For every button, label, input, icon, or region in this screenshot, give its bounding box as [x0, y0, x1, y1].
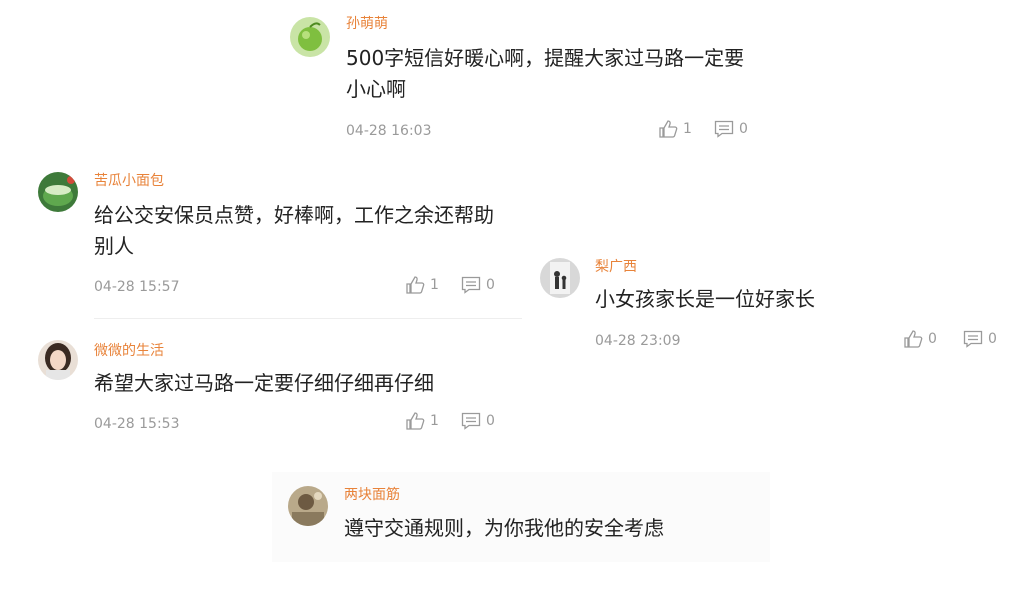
avatar[interactable]	[288, 486, 328, 526]
reply-button[interactable]: 0	[714, 120, 748, 138]
avatar[interactable]	[38, 172, 78, 212]
username[interactable]: 微微的生活	[94, 342, 164, 360]
thumbs-up-icon	[406, 412, 425, 430]
like-count: 1	[683, 121, 692, 137]
divider	[94, 318, 522, 319]
like-button[interactable]: 0	[903, 330, 937, 348]
like-count: 1	[430, 277, 439, 293]
avatar-green-ball-icon	[290, 17, 330, 57]
comment-icon	[714, 120, 734, 138]
like-count: 0	[928, 331, 937, 347]
comment-text: 遵守交通规则，为你我他的安全考虑	[344, 516, 664, 540]
username[interactable]: 孙萌萌	[346, 15, 388, 33]
timestamp: 04-28 15:57	[94, 279, 180, 295]
comment-card: 微微的生活 希望大家过马路一定要仔细仔细再仔细 04-28 15:53 1 0	[28, 330, 523, 445]
reply-count: 0	[486, 413, 495, 429]
reply-count: 0	[988, 331, 997, 347]
thumbs-up-icon	[659, 120, 678, 138]
timestamp: 04-28 23:09	[595, 333, 681, 349]
reply-button[interactable]: 0	[963, 330, 997, 348]
like-count: 1	[430, 413, 439, 429]
reply-button[interactable]: 0	[461, 276, 495, 294]
comment-icon	[461, 412, 481, 430]
avatar[interactable]	[290, 17, 330, 57]
comment-card: 两块面筋 遵守交通规则，为你我他的安全考虑	[272, 472, 770, 562]
avatar-photo-icon	[288, 486, 328, 526]
avatar-silhouette-icon	[540, 258, 580, 298]
like-button[interactable]: 1	[405, 412, 439, 430]
comment-text: 小女孩家长是一位好家长	[595, 287, 815, 311]
avatar[interactable]	[540, 258, 580, 298]
comment-card: 梨广西 小女孩家长是一位好家长 04-28 23:09 0 0	[530, 248, 1020, 363]
username[interactable]: 两块面筋	[344, 486, 400, 504]
comment-icon	[461, 276, 481, 294]
comment-icon	[963, 330, 983, 348]
comment-text: 500字短信好暖心啊，提醒大家过马路一定要小心啊	[346, 46, 745, 101]
comment-card: 孙萌萌 500字短信好暖心啊，提醒大家过马路一定要小心啊 04-28 16:03…	[278, 5, 778, 155]
reply-button[interactable]: 0	[461, 412, 495, 430]
avatar[interactable]	[38, 340, 78, 380]
timestamp: 04-28 15:53	[94, 416, 180, 432]
thumbs-up-icon	[904, 330, 923, 348]
reply-count: 0	[739, 121, 748, 137]
timestamp: 04-28 16:03	[346, 123, 432, 139]
reply-count: 0	[486, 277, 495, 293]
comment-text: 希望大家过马路一定要仔细仔细再仔细	[94, 371, 434, 395]
thumbs-up-icon	[406, 276, 425, 294]
comment-card: 苦瓜小面包 给公交安保员点赞，好棒啊，工作之余还帮助别人 04-28 15:57…	[28, 162, 523, 317]
avatar-green-bowl-icon	[38, 172, 78, 212]
like-button[interactable]: 1	[658, 120, 692, 138]
comment-text: 给公交安保员点赞，好棒啊，工作之余还帮助别人	[94, 203, 494, 258]
username[interactable]: 梨广西	[595, 258, 637, 276]
avatar-girl-icon	[38, 340, 78, 380]
like-button[interactable]: 1	[405, 276, 439, 294]
username[interactable]: 苦瓜小面包	[94, 172, 164, 190]
